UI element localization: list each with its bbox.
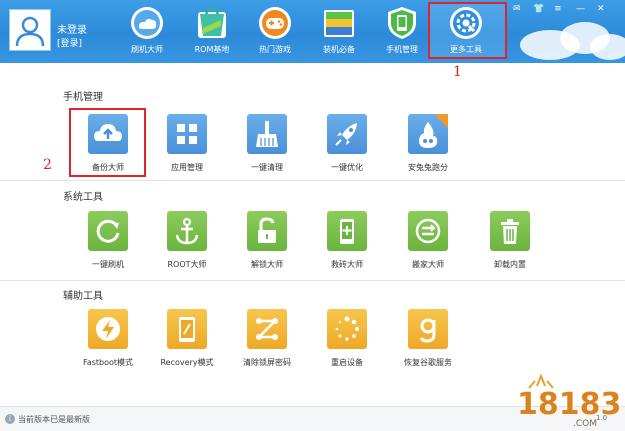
gear-wrench-icon — [449, 6, 483, 40]
nav-label: 手机管理 — [386, 45, 418, 54]
section-title: 手机管理 — [63, 92, 103, 103]
refresh-icon — [88, 211, 128, 251]
shopping-bag-icon — [195, 6, 229, 40]
unlock-icon — [247, 211, 287, 251]
tool-clear-lock-password[interactable]: 清除锁屏密码 — [229, 309, 305, 368]
tool-label: 应用管理 — [171, 163, 203, 172]
tool-label: 重启设备 — [331, 358, 363, 367]
nav-label: 热门游戏 — [259, 45, 291, 54]
mail-icon[interactable]: ✉ — [513, 4, 521, 14]
top-bar: 未登录 [登录] 刷机大师 ROM基地 热门游戏 装机必备 手机管理 更多工具 … — [0, 0, 625, 63]
anchor-icon — [167, 211, 207, 251]
section-title: 系统工具 — [63, 192, 103, 203]
pattern-lock-icon — [247, 309, 287, 349]
tool-move-master[interactable]: 搬家大师 — [390, 211, 466, 270]
tool-label: ROOT大师 — [167, 260, 207, 269]
transfer-icon — [408, 211, 448, 251]
tool-recovery-mode[interactable]: Recovery模式 — [149, 309, 225, 368]
rocket-icon — [327, 114, 367, 154]
nav-hot-games[interactable]: 热门游戏 — [245, 6, 305, 60]
antutu-flame-icon — [408, 114, 448, 154]
section-divider — [0, 280, 625, 281]
tablet-edit-icon — [167, 309, 207, 349]
tool-unlock-master[interactable]: 解锁大师 — [229, 211, 305, 270]
tool-label: 卸载内置 — [494, 260, 526, 269]
skin-icon[interactable]: 👕 — [533, 4, 544, 14]
user-name: 未登录 — [57, 25, 87, 36]
tool-one-click-flash[interactable]: 一键刷机 — [70, 211, 146, 270]
version-suffix: 1.0 — [596, 414, 608, 422]
tool-label: 备份大师 — [92, 163, 124, 172]
nav-label: 更多工具 — [450, 45, 482, 54]
close-icon[interactable]: ✕ — [597, 4, 605, 14]
tool-one-click-optimize[interactable]: 一键优化 — [309, 114, 385, 173]
nav-phone-manager[interactable]: 手机管理 — [372, 6, 432, 60]
annotation-number: 2 — [43, 157, 52, 173]
tool-uninstall-builtin[interactable]: 卸载内置 — [472, 211, 548, 270]
tool-restore-google-services[interactable]: 恢复谷歌服务 — [390, 309, 466, 368]
tool-label: 救砖大师 — [331, 260, 363, 269]
info-icon: i — [5, 414, 15, 424]
shield-phone-icon — [385, 6, 419, 40]
tool-label: 清除锁屏密码 — [243, 358, 291, 367]
nav-flash-master[interactable]: 刷机大师 — [117, 6, 177, 60]
grid-icon — [167, 114, 207, 154]
broom-icon — [247, 114, 287, 154]
tool-fastboot-mode[interactable]: Fastboot模式 — [70, 309, 146, 368]
phone-plus-icon — [327, 211, 367, 251]
app-stack-icon — [322, 6, 356, 40]
tool-one-click-clean[interactable]: 一键清理 — [229, 114, 305, 173]
tool-label: 解锁大师 — [251, 260, 283, 269]
tool-label: 一键刷机 — [92, 260, 124, 269]
tool-label: 一键优化 — [331, 163, 363, 172]
gamepad-icon — [258, 6, 292, 40]
nav-label: ROM基地 — [194, 45, 230, 54]
nav-essentials[interactable]: 装机必备 — [309, 6, 369, 60]
login-link[interactable]: [登录] — [57, 36, 82, 49]
loading-spinner-icon — [327, 309, 367, 349]
tool-label: 安兔兔跑分 — [408, 163, 448, 172]
section-title: 辅助工具 — [63, 291, 103, 302]
watermark-domain: .COM — [573, 419, 597, 429]
tool-root-master[interactable]: ROOT大师 — [149, 211, 225, 270]
avatar[interactable] — [9, 9, 51, 51]
nav-label: 装机必备 — [323, 45, 355, 54]
section-divider — [0, 180, 625, 181]
menu-icon[interactable]: ≡ — [554, 4, 562, 14]
tool-label: 恢复谷歌服务 — [404, 358, 452, 367]
tool-label: Fastboot模式 — [82, 358, 134, 367]
tool-reboot-device[interactable]: 重启设备 — [309, 309, 385, 368]
tool-brick-rescue[interactable]: 救砖大师 — [309, 211, 385, 270]
annotation-number: 1 — [453, 64, 462, 80]
nav-label: 刷机大师 — [131, 45, 163, 54]
tool-label: 一键清理 — [251, 163, 283, 172]
lightning-icon — [88, 309, 128, 349]
tool-backup-master[interactable]: 备份大师 — [70, 114, 146, 173]
version-status: 当前版本已是最新版 — [18, 415, 90, 424]
tool-label: Recovery模式 — [160, 358, 214, 367]
tool-antutu[interactable]: 安兔兔跑分 — [390, 114, 466, 173]
tool-label: 搬家大师 — [412, 260, 444, 269]
tool-app-manager[interactable]: 应用管理 — [149, 114, 225, 173]
cloud-upload-icon — [88, 114, 128, 154]
google-g-icon — [408, 309, 448, 349]
cloud-icon — [130, 6, 164, 40]
user-icon — [15, 16, 45, 47]
nav-rom-base[interactable]: ROM基地 — [182, 6, 242, 60]
nav-more-tools[interactable]: 更多工具 — [436, 6, 496, 60]
minimize-icon[interactable]: — — [576, 4, 585, 14]
trash-icon — [490, 211, 530, 251]
cloud-decoration — [590, 34, 625, 60]
